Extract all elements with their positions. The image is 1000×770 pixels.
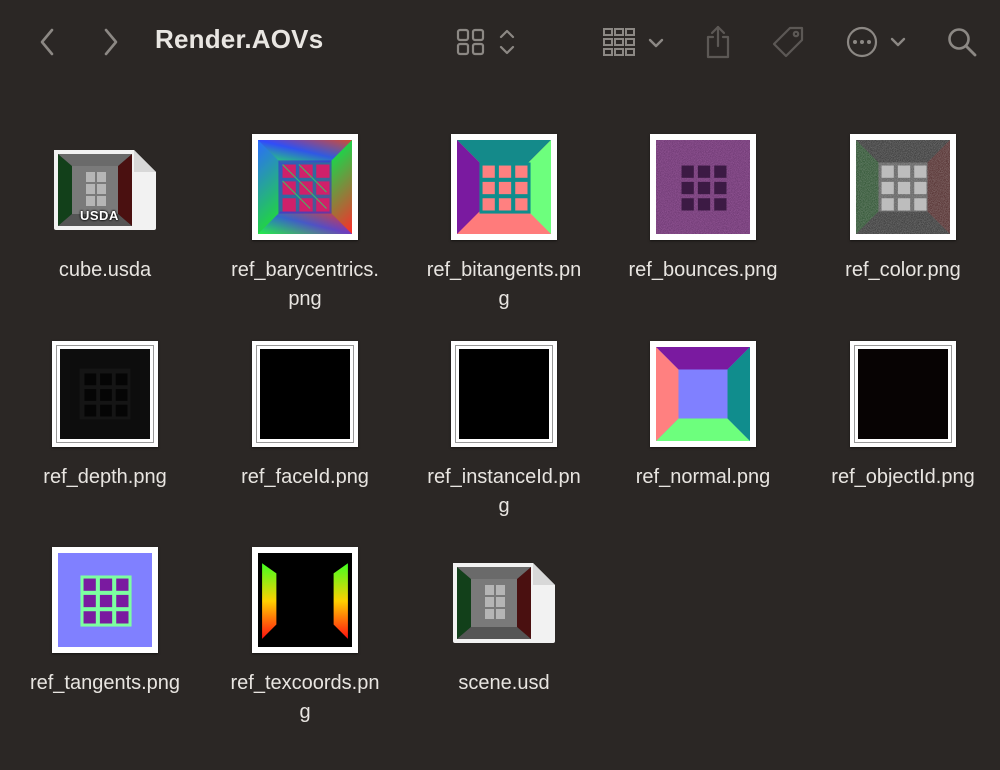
file-name-line: g [498, 495, 510, 517]
file-name-line: ref_instanceId.pn [427, 466, 581, 488]
file-item[interactable]: ref_texcoords.png [205, 543, 405, 743]
file-name-line: ref_bounces.png [628, 259, 778, 281]
file-item[interactable]: ref_instanceId.png [404, 337, 604, 537]
file-item[interactable]: ref_color.png [803, 130, 1000, 330]
file-item[interactable]: ref_bitangents.png [404, 130, 604, 330]
file-item[interactable]: ref_barycentrics.png [205, 130, 405, 330]
file-name-label: ref_bitangents.png [404, 256, 604, 314]
file-name-line: g [498, 288, 510, 310]
file-name-line: ref_depth.png [43, 466, 167, 488]
file-item[interactable]: ref_bounces.png [603, 130, 803, 330]
file-item[interactable]: ref_tangents.png [5, 543, 205, 743]
file-name-label: ref_objectId.png [803, 463, 1000, 492]
file-name-label: ref_tangents.png [5, 669, 205, 698]
file-name-line: ref_normal.png [635, 466, 771, 488]
usd-file-icon: USDA [50, 148, 160, 232]
file-name-line: ref_tangents.png [29, 672, 181, 694]
file-name-line: cube.usda [58, 259, 152, 281]
file-name-label: ref_faceId.png [205, 463, 405, 492]
file-name-label: cube.usda [5, 256, 205, 285]
file-type-badge: USDA [80, 208, 119, 223]
file-name-label: scene.usd [404, 669, 604, 698]
file-thumbnail [650, 134, 756, 240]
file-thumbnail [252, 547, 358, 653]
file-thumbnail [52, 547, 158, 653]
file-item[interactable]: ref_normal.png [603, 337, 803, 537]
file-name-line: png [288, 288, 322, 310]
file-name-line: ref_objectId.png [831, 466, 975, 488]
file-thumbnail [451, 341, 557, 447]
file-grid: USDA cube.usda ref_barycentrics.png ref_b… [0, 0, 1000, 770]
file-name-label: ref_normal.png [603, 463, 803, 492]
file-thumbnail [850, 134, 956, 240]
file-thumbnail [52, 341, 158, 447]
file-item[interactable]: ref_objectId.png [803, 337, 1000, 537]
file-name-label: ref_texcoords.png [205, 669, 405, 727]
file-thumbnail [252, 134, 358, 240]
file-name-label: ref_barycentrics.png [205, 256, 405, 314]
file-name-line: ref_bitangents.pn [426, 259, 582, 281]
file-name-label: ref_bounces.png [603, 256, 803, 285]
file-name-line: ref_faceId.png [241, 466, 369, 488]
file-thumbnail [650, 341, 756, 447]
file-thumbnail [252, 341, 358, 447]
file-name-line: ref_color.png [845, 259, 961, 281]
file-name-label: ref_color.png [803, 256, 1000, 285]
file-name-line: ref_texcoords.pn [230, 672, 380, 694]
file-name-line: ref_barycentrics. [231, 259, 379, 281]
file-thumbnail [451, 134, 557, 240]
file-item[interactable]: USDA cube.usda [5, 130, 205, 330]
file-name-label: ref_instanceId.png [404, 463, 604, 521]
file-thumbnail [850, 341, 956, 447]
file-name-label: ref_depth.png [5, 463, 205, 492]
file-item[interactable]: scene.usd [404, 543, 604, 743]
file-name-line: scene.usd [458, 672, 550, 694]
file-item[interactable]: ref_depth.png [5, 337, 205, 537]
usd-file-icon [449, 561, 559, 645]
file-name-line: g [299, 701, 311, 723]
file-item[interactable]: ref_faceId.png [205, 337, 405, 537]
